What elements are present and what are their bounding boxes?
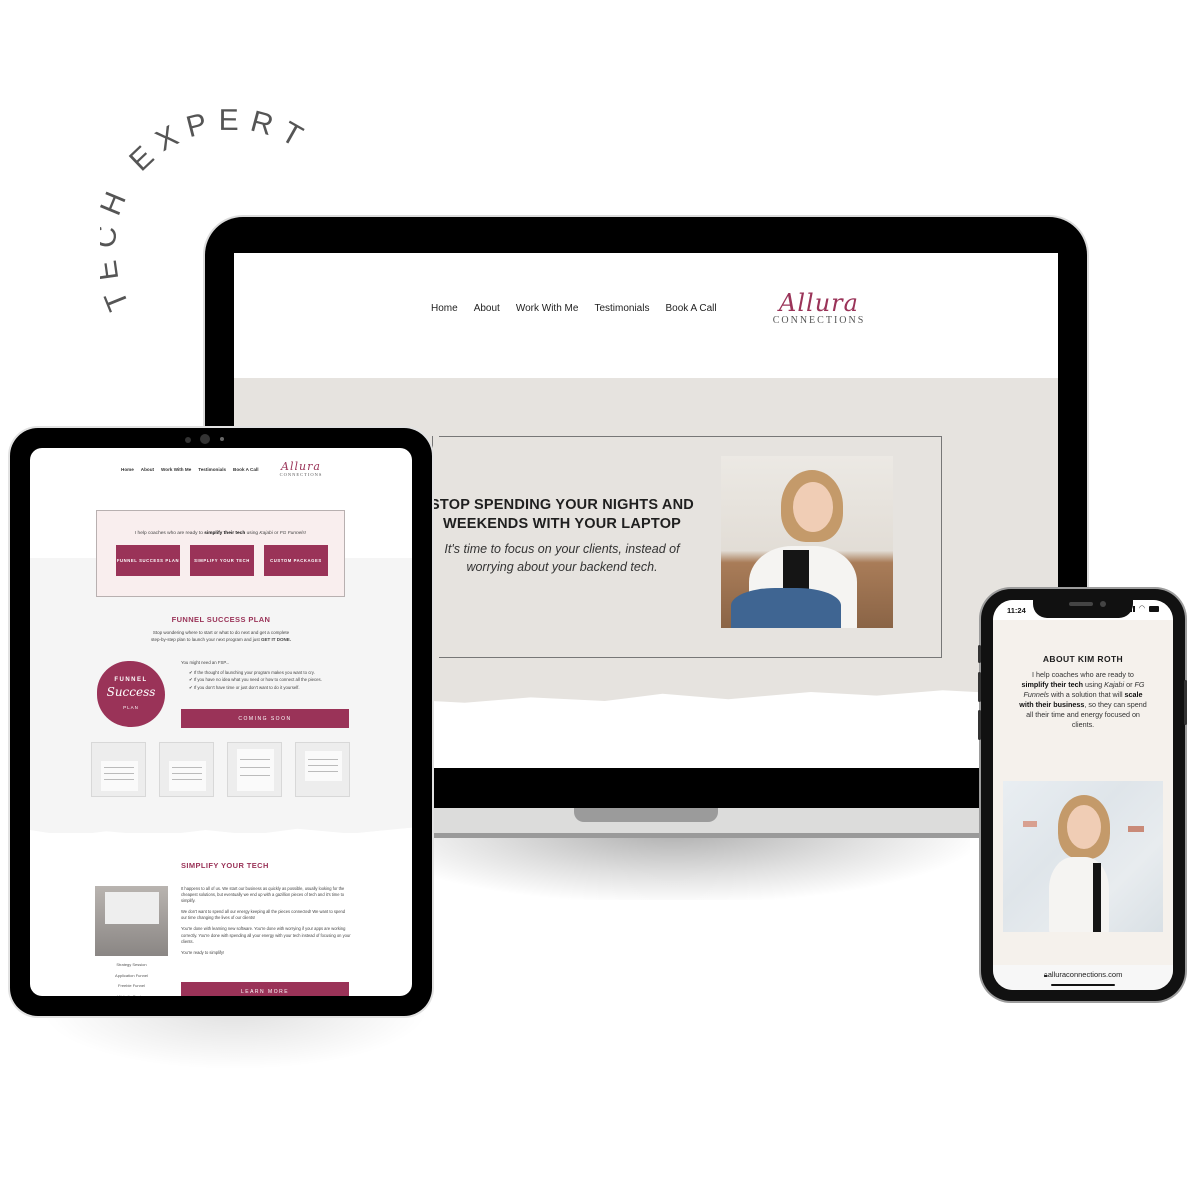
about-text-part: or <box>1124 680 1135 689</box>
thumbnail[interactable] <box>159 742 214 797</box>
nav-book-a-call[interactable]: Book A Call <box>665 303 716 314</box>
list-item: ✔ If you have no idea what you need or h… <box>189 677 322 683</box>
tablet-nav-home[interactable]: Home <box>121 467 134 472</box>
hero-title: STOP SPENDING YOUR NIGHTS AND WEEKENDS W… <box>430 497 694 532</box>
fsp-description: Stop wondering where to start or what to… <box>90 629 352 643</box>
fsp-line-1: Stop wondering where to start or what to… <box>152 630 290 635</box>
list-item: ✔ If the thought of launching your progr… <box>189 670 315 676</box>
logo-caps: CONNECTIONS <box>772 315 866 326</box>
about-portrait-photo <box>1003 781 1163 932</box>
funnel-success-plan-button[interactable]: FUNNEL SUCCESS PLAN <box>116 545 180 576</box>
about-kajabi: Kajabi <box>1104 680 1125 689</box>
body-paragraph: You're done with learning new software. … <box>181 926 351 944</box>
list-item: ✔ If you don't have time or just don't w… <box>189 684 300 690</box>
badge-line-2: Success <box>106 685 156 699</box>
body-paragraph: You're ready to simplify! <box>181 949 225 955</box>
tablet-screen: Home About Work With Me Testimonials Boo… <box>30 448 412 996</box>
side-link[interactable]: Freebie Funnel <box>95 981 168 992</box>
home-indicator[interactable] <box>1051 984 1115 986</box>
about-text-part: using <box>1082 680 1105 689</box>
hero-portrait-photo <box>721 456 893 628</box>
custom-packages-button[interactable]: CUSTOM PACKAGES <box>264 545 328 576</box>
intro-text: using <box>245 531 260 536</box>
phone-screen: 11:24 ◠ ABOUT KIM ROTH I help coaches wh… <box>993 600 1173 990</box>
side-links: Strategy Session Application Funnel Free… <box>95 960 168 996</box>
intro-bold: simplify their tech <box>204 531 246 536</box>
intro-text: I help coaches who are ready to <box>134 531 205 536</box>
laptop-hands-photo <box>95 886 168 956</box>
phone-time: 11:24 <box>1007 606 1026 615</box>
phone-status-bar: 11:24 ◠ <box>993 600 1173 620</box>
phone-notch <box>1033 600 1133 618</box>
site-logo[interactable]: Allura CONNECTIONS <box>769 291 869 326</box>
list-item-text: If you have no idea what you need or how… <box>193 677 322 683</box>
body-paragraph: We don't want to spend all our energy ke… <box>181 909 346 921</box>
badge-line-3: PLAN <box>123 705 139 710</box>
url-text: alluraconnections.com <box>1047 970 1123 979</box>
nav-testimonials[interactable]: Testimonials <box>594 303 649 314</box>
tablet-nav-work-with-me[interactable]: Work With Me <box>161 467 191 472</box>
intro-text: or <box>272 531 280 536</box>
services-box: I help coaches who are ready to simplify… <box>96 510 345 597</box>
tablet-nav: Home About Work With Me Testimonials Boo… <box>121 467 258 472</box>
battery-icon <box>1149 606 1159 612</box>
list-intro: You might need an FSP... <box>181 660 230 665</box>
tablet-logo-script: Allura <box>281 460 321 473</box>
side-link[interactable]: Website Design <box>95 992 168 997</box>
funnel-success-badge: FUNNEL Success PLAN <box>97 661 165 727</box>
simplify-title: SIMPLIFY YOUR TECH <box>181 861 269 870</box>
hero-subtitle: It's time to focus on your clients, inst… <box>444 542 680 574</box>
wifi-icon: ◠ <box>1138 605 1145 612</box>
laptop-notch <box>574 808 718 822</box>
nav-work-with-me[interactable]: Work With Me <box>516 303 579 314</box>
side-link[interactable]: Application Funnel <box>95 971 168 982</box>
phone-volume-up <box>978 672 981 702</box>
about-bold: simplify their tech <box>1021 680 1083 689</box>
status-icons: ◠ <box>1123 605 1159 612</box>
coming-soon-button[interactable]: COMING SOON <box>181 709 349 728</box>
tablet-nav-testimonials[interactable]: Testimonials <box>198 467 226 472</box>
tablet-nav-book-a-call[interactable]: Book A Call <box>233 467 258 472</box>
tablet-camera-icon <box>200 434 210 444</box>
thumbnail[interactable] <box>227 742 282 797</box>
phone-volume-down <box>978 710 981 740</box>
simplify-body: It happens to all of us. We start our bu… <box>181 886 351 961</box>
nav-home[interactable]: Home <box>431 303 458 314</box>
fsp-list: You might need an FSP... ✔ If the though… <box>181 659 322 691</box>
thumbnail[interactable] <box>91 742 146 797</box>
about-title: ABOUT KIM ROTH <box>1042 654 1124 664</box>
simplify-your-tech-button[interactable]: SIMPLIFY YOUR TECH <box>190 545 254 576</box>
tablet-grey-band <box>30 558 412 833</box>
badge-line-1: FUNNEL <box>114 677 148 683</box>
fsp-bold: GET IT DONE. <box>261 637 292 642</box>
about-text-part: with a solution that will <box>1049 690 1125 699</box>
fsp-line-2: step-by-step plan to launch your next pr… <box>150 637 262 642</box>
about-text-part: I help coaches who are ready to <box>1032 670 1134 679</box>
list-item-text: If the thought of launching your program… <box>193 670 315 676</box>
services-intro: I help coaches who are ready to simplify… <box>97 531 344 536</box>
list-item-text: If you don't have time or just don't wan… <box>193 684 300 690</box>
tablet-light-icon <box>220 437 224 441</box>
laptop-nav: Home About Work With Me Testimonials Boo… <box>431 303 717 314</box>
fsp-title: FUNNEL SUCCESS PLAN <box>171 615 271 624</box>
tablet-sensor-icon <box>185 437 191 443</box>
side-link[interactable]: Strategy Session <box>95 960 168 971</box>
body-paragraph: It happens to all of us. We start our bu… <box>181 886 345 904</box>
learn-more-button[interactable]: LEARN MORE <box>181 982 349 996</box>
phone-mute-switch <box>978 645 981 663</box>
phone-power-button <box>1184 680 1187 725</box>
logo-script: Allura <box>779 289 859 317</box>
url-bar[interactable]: 🔒︎alluraconnections.com <box>993 965 1173 990</box>
intro-kajabi: Kajabi <box>259 531 273 536</box>
intro-fg: FG Funnels! <box>279 531 307 536</box>
tablet-shadow <box>40 1010 430 1070</box>
signal-icon <box>1123 606 1135 612</box>
tablet-logo[interactable]: Allura CONNECTIONS <box>275 461 327 477</box>
thumbnail[interactable] <box>295 742 350 797</box>
nav-about[interactable]: About <box>474 303 500 314</box>
laptop-shadow <box>430 830 970 900</box>
tablet-nav-about[interactable]: About <box>141 467 154 472</box>
about-text: I help coaches who are ready to simplify… <box>1019 670 1147 730</box>
tablet-logo-caps: CONNECTIONS <box>279 472 323 477</box>
